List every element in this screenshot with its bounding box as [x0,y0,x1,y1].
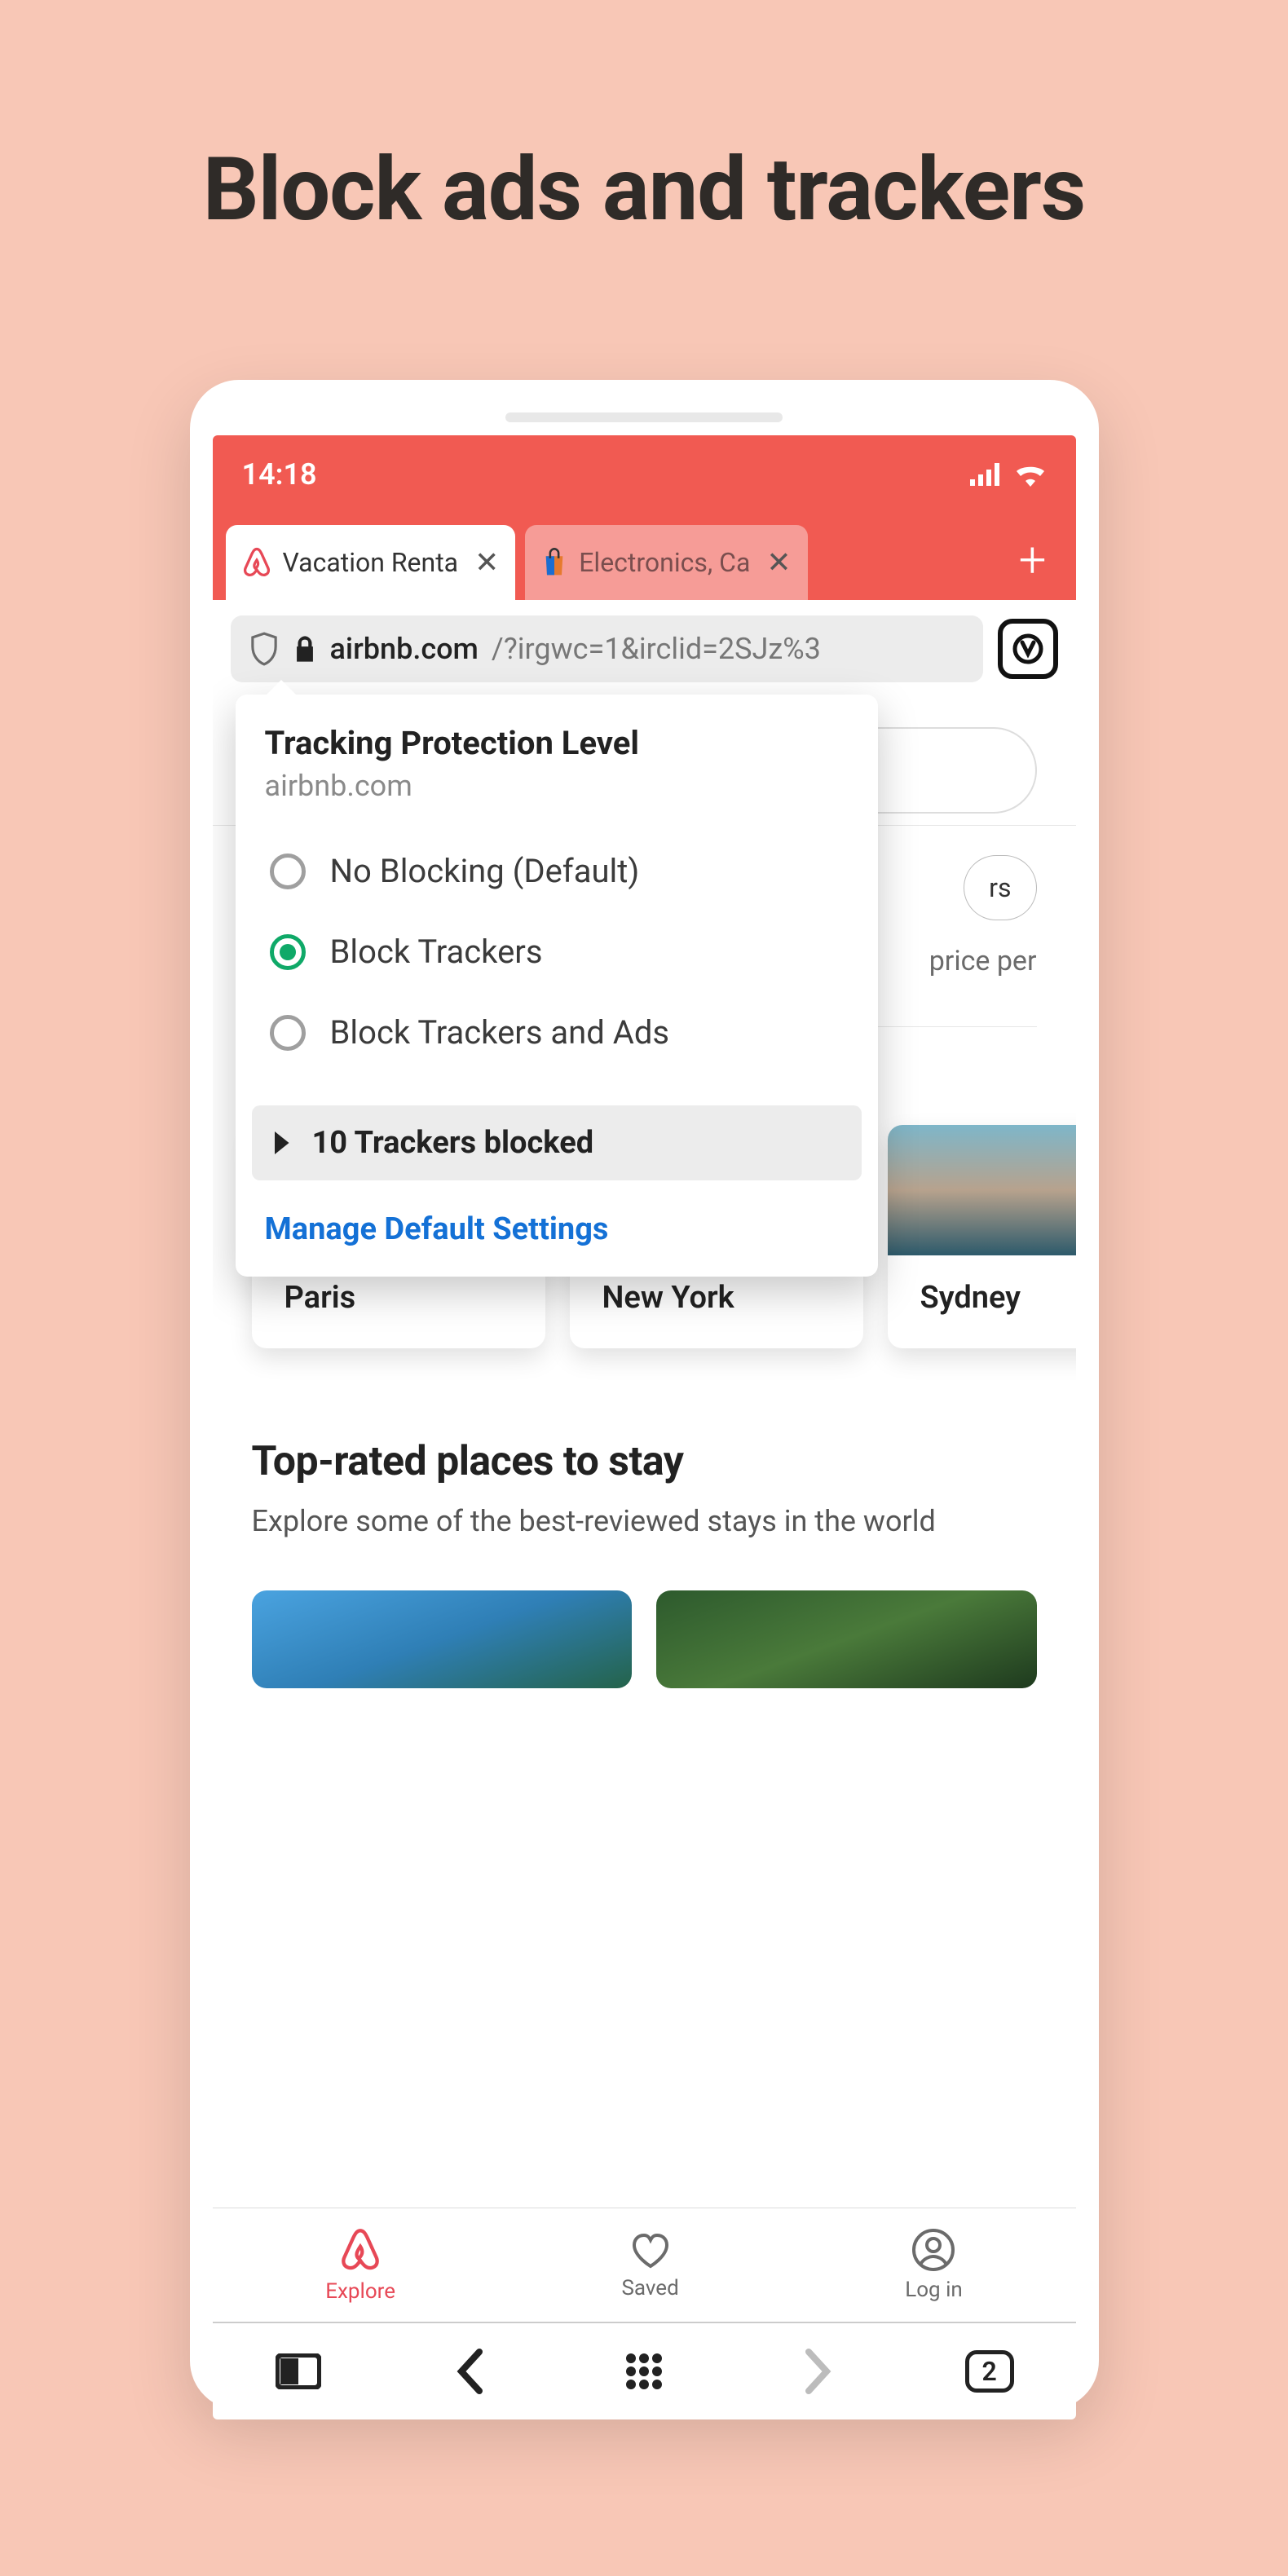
chevron-right-icon [801,2349,833,2394]
browser-tab-active[interactable]: Vacation Renta ✕ [226,525,516,600]
caret-right-icon [271,1131,289,1154]
tab-switcher-button[interactable]: 2 [965,2347,1014,2396]
nav-explore[interactable]: Explore [325,2227,395,2304]
browser-tab-strip: Vacation Renta ✕ Electronics, Ca ✕ + [213,514,1076,600]
manage-default-settings-link[interactable]: Manage Default Settings [236,1192,878,1277]
close-icon[interactable]: ✕ [474,545,499,580]
card-label: Sydney [888,1255,1076,1348]
url-path: /?irgwc=1&irclid=2SJz%3 [492,632,821,666]
radio-icon [270,854,306,889]
status-icons [970,462,1047,487]
panel-icon [276,2353,321,2389]
forward-button[interactable] [792,2347,841,2396]
site-bottom-nav: Explore Saved Log in [213,2208,1076,2322]
close-icon[interactable]: ✕ [766,545,791,580]
nav-label: Log in [905,2278,963,2302]
top-stays-photos [252,1590,1037,1688]
destination-card-sydney[interactable]: Sydney [888,1125,1076,1348]
tab-label: Electronics, Ca [579,547,750,578]
speed-dial-button[interactable] [620,2347,668,2396]
tab-label: Vacation Renta [283,547,459,578]
airbnb-icon [339,2227,382,2273]
lock-icon [293,635,317,663]
airbnb-icon [242,546,271,579]
user-icon [912,2229,955,2271]
card-image [888,1125,1076,1255]
chevron-left-icon [455,2349,487,2394]
status-bar: 14:18 [213,435,1076,514]
popover-title: Tracking Protection Level [265,724,849,762]
back-button[interactable] [447,2347,496,2396]
marketing-headline: Block ads and trackers [203,139,1086,241]
browser-bottom-toolbar: 2 [213,2322,1076,2419]
trackers-blocked-row[interactable]: 10 Trackers blocked [252,1105,862,1180]
radio-no-blocking[interactable]: No Blocking (Default) [265,831,849,911]
signal-icon [970,463,999,486]
section-title: Top-rated places to stay [252,1438,1037,1485]
trackers-blocked-label: 10 Trackers blocked [312,1125,594,1161]
vivaldi-icon [1012,633,1044,665]
tab-count-badge: 2 [965,2350,1014,2393]
section-subtitle: Explore some of the best-reviewed stays … [252,1502,953,1542]
radio-icon [270,934,306,970]
popover-domain: airbnb.com [265,769,849,803]
status-time: 14:18 [242,457,317,492]
radio-block-trackers[interactable]: Block Trackers [265,911,849,992]
phone-frame: 14:18 Vacation Renta ✕ Electronics, Ca ✕… [190,380,1099,2410]
nav-label: Saved [621,2276,678,2300]
tracking-protection-popover: Tracking Protection Level airbnb.com No … [236,695,878,1277]
radio-label: Block Trackers [330,933,543,971]
panel-toggle-button[interactable] [274,2347,323,2396]
browser-tab-inactive[interactable]: Electronics, Ca ✕ [525,525,807,600]
stay-photo[interactable] [656,1590,1037,1688]
nav-saved[interactable]: Saved [621,2230,678,2300]
shopping-bag-icon [541,548,567,577]
new-tab-button[interactable]: + [1003,531,1063,600]
radio-block-trackers-ads[interactable]: Block Trackers and Ads [265,992,849,1073]
url-domain: airbnb.com [330,632,479,666]
wifi-icon [1014,462,1047,487]
shield-icon[interactable] [249,631,280,667]
radio-icon [270,1015,306,1051]
filter-pill[interactable]: rs [964,855,1036,920]
nav-label: Explore [325,2279,395,2304]
radio-label: No Blocking (Default) [330,852,640,890]
address-bar[interactable]: airbnb.com /?irgwc=1&irclid=2SJz%3 [231,615,983,682]
radio-label: Block Trackers and Ads [330,1013,670,1052]
nav-login[interactable]: Log in [905,2229,963,2302]
heart-icon [629,2230,672,2269]
vivaldi-menu-button[interactable] [998,619,1058,679]
phone-screen: 14:18 Vacation Renta ✕ Electronics, Ca ✕… [213,435,1076,2419]
grid-icon [624,2352,664,2391]
stay-photo[interactable] [252,1590,633,1688]
phone-speaker [505,412,783,422]
address-bar-row: airbnb.com /?irgwc=1&irclid=2SJz%3 [213,600,1076,698]
